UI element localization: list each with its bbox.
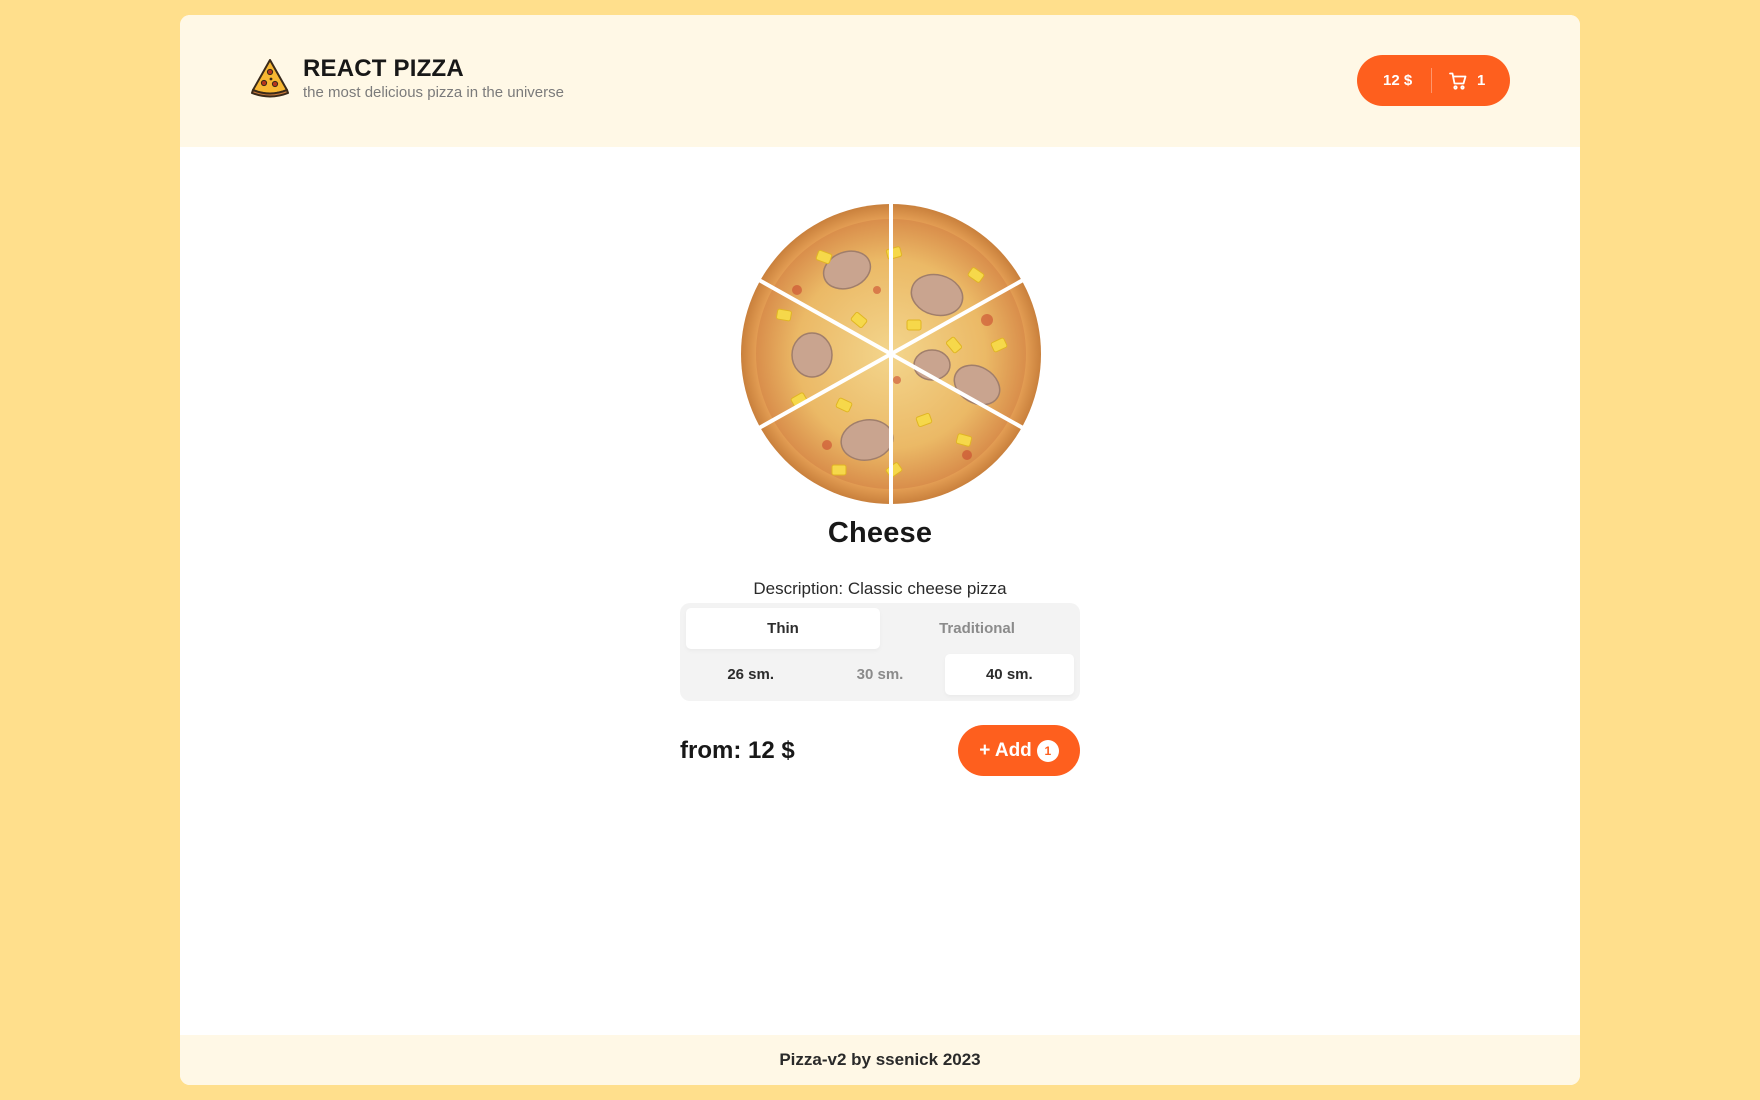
size-row: 26 sm. 30 sm. 40 sm. (686, 654, 1074, 695)
logo[interactable]: REACT PIZZA the most delicious pizza in … (249, 55, 564, 102)
size-option-40[interactable]: 40 sm. (944, 654, 1074, 695)
size-option-26[interactable]: 26 sm. (686, 654, 815, 695)
cart-divider (1431, 68, 1432, 93)
type-option-thin[interactable]: Thin (686, 608, 880, 649)
pizza-options-selector: Thin Traditional 26 sm. 30 sm. 40 sm. (680, 603, 1080, 701)
logo-subtitle: the most delicious pizza in the universe (303, 84, 564, 101)
logo-title: REACT PIZZA (303, 55, 464, 82)
app-wrapper: REACT PIZZA the most delicious pizza in … (180, 15, 1580, 1085)
header: REACT PIZZA the most delicious pizza in … (180, 15, 1580, 147)
add-to-cart-button[interactable]: + Add 1 (958, 725, 1080, 776)
pizza-description: Description: Classic cheese pizza (753, 579, 1007, 598)
cart-count: 1 (1477, 72, 1486, 89)
pizza-title: Cheese (827, 517, 933, 549)
type-option-traditional[interactable]: Traditional (880, 608, 1074, 649)
size-option-30[interactable]: 30 sm. (815, 654, 944, 695)
dough-type-row: Thin Traditional (686, 608, 1074, 649)
add-button-label: + Add (979, 739, 1032, 761)
cart-total-price: 12 $ (1383, 72, 1413, 89)
pizza-slice-icon (251, 59, 289, 98)
add-count-badge: 1 (1036, 739, 1059, 762)
pizza-image (741, 200, 1041, 508)
logo-text: REACT PIZZA the most delicious pizza in … (303, 55, 564, 102)
cart-icon (1449, 72, 1467, 90)
pizza-detail: Cheese Description: Classic cheese pizza… (180, 147, 1580, 1047)
footer-text: Pizza-v2 by ssenick 2023 (779, 1050, 981, 1069)
cart-button[interactable]: 12 $ 1 (1357, 55, 1510, 106)
footer: Pizza-v2 by ssenick 2023 (180, 1035, 1580, 1085)
pizza-price: from: 12 $ (680, 737, 795, 764)
